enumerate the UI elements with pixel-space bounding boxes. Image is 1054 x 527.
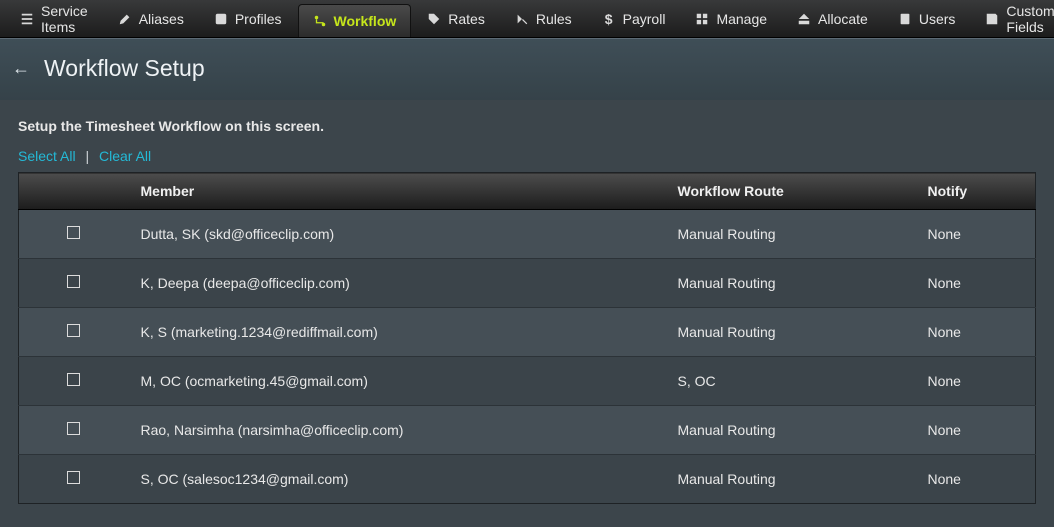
tag-icon <box>427 12 441 26</box>
nav-label: Service Items <box>41 3 88 35</box>
nav-allocate[interactable]: Allocate <box>783 0 882 37</box>
nav-label: Aliases <box>139 11 184 27</box>
selection-links: Select All | Clear All <box>18 148 1036 164</box>
dollar-icon: $ <box>602 12 616 26</box>
table-header-row: Member Workflow Route Notify <box>19 173 1036 210</box>
header-route: Workflow Route <box>666 173 916 210</box>
table-row: S, OC (salesoc1234@gmail.com) Manual Rou… <box>19 455 1036 504</box>
cell-route: Manual Routing <box>666 455 916 504</box>
cell-member: Rao, Narsimha (narsimha@officeclip.com) <box>129 406 666 455</box>
grid-icon <box>695 12 709 26</box>
cell-route: Manual Routing <box>666 259 916 308</box>
pencil-icon <box>118 12 132 26</box>
table-row: M, OC (ocmarketing.45@gmail.com) S, OC N… <box>19 357 1036 406</box>
header-notify: Notify <box>916 173 1036 210</box>
clear-all-link[interactable]: Clear All <box>99 148 151 164</box>
instruction-text: Setup the Timesheet Workflow on this scr… <box>18 118 1036 134</box>
nav-label: Rates <box>448 11 485 27</box>
nav-label: Custom Fields <box>1006 3 1054 35</box>
nav-label: Allocate <box>818 11 868 27</box>
row-checkbox[interactable] <box>67 422 80 435</box>
hammer-icon <box>515 12 529 26</box>
profile-icon <box>214 12 228 26</box>
nav-label: Manage <box>716 11 767 27</box>
workflow-table: Member Workflow Route Notify Dutta, SK (… <box>18 172 1036 504</box>
header-member: Member <box>129 173 666 210</box>
back-arrow-icon[interactable]: ← <box>12 58 30 79</box>
nav-label: Workflow <box>334 13 397 29</box>
nav-label: Profiles <box>235 11 282 27</box>
cell-member: Dutta, SK (skd@officeclip.com) <box>129 210 666 259</box>
nav-label: Payroll <box>623 11 666 27</box>
users-icon <box>898 12 912 26</box>
title-bar: ← Workflow Setup <box>0 38 1054 100</box>
nav-users[interactable]: Users <box>884 0 970 37</box>
save-icon <box>985 12 999 26</box>
nav-profiles[interactable]: Profiles <box>200 0 296 37</box>
table-row: Rao, Narsimha (narsimha@officeclip.com) … <box>19 406 1036 455</box>
cell-notify: None <box>916 210 1036 259</box>
table-row: Dutta, SK (skd@officeclip.com) Manual Ro… <box>19 210 1036 259</box>
cell-notify: None <box>916 455 1036 504</box>
cell-member: K, Deepa (deepa@officeclip.com) <box>129 259 666 308</box>
select-all-link[interactable]: Select All <box>18 148 76 164</box>
row-checkbox[interactable] <box>67 275 80 288</box>
cell-route: Manual Routing <box>666 406 916 455</box>
nav-workflow[interactable]: Workflow <box>298 4 412 37</box>
content-area: Setup the Timesheet Workflow on this scr… <box>0 100 1054 504</box>
cell-member: M, OC (ocmarketing.45@gmail.com) <box>129 357 666 406</box>
nav-rules[interactable]: Rules <box>501 0 586 37</box>
cell-route: S, OC <box>666 357 916 406</box>
row-checkbox[interactable] <box>67 324 80 337</box>
cell-route: Manual Routing <box>666 308 916 357</box>
nav-custom-fields[interactable]: Custom Fields <box>971 0 1054 37</box>
flow-icon <box>313 14 327 28</box>
cell-notify: None <box>916 406 1036 455</box>
nav-label: Users <box>919 11 956 27</box>
row-checkbox[interactable] <box>67 471 80 484</box>
cell-member: S, OC (salesoc1234@gmail.com) <box>129 455 666 504</box>
nav-payroll[interactable]: $ Payroll <box>588 0 680 37</box>
list-icon <box>20 12 34 26</box>
page-title: Workflow Setup <box>44 55 205 82</box>
row-checkbox[interactable] <box>67 373 80 386</box>
header-checkbox <box>19 173 129 210</box>
cell-member: K, S (marketing.1234@rediffmail.com) <box>129 308 666 357</box>
allocate-icon <box>797 12 811 26</box>
table-row: K, S (marketing.1234@rediffmail.com) Man… <box>19 308 1036 357</box>
nav-service-items[interactable]: Service Items <box>6 0 102 37</box>
cell-notify: None <box>916 259 1036 308</box>
cell-route: Manual Routing <box>666 210 916 259</box>
top-nav: Service Items Aliases Profiles Workflow … <box>0 0 1054 38</box>
cell-notify: None <box>916 357 1036 406</box>
nav-rates[interactable]: Rates <box>413 0 499 37</box>
nav-aliases[interactable]: Aliases <box>104 0 198 37</box>
nav-manage[interactable]: Manage <box>681 0 781 37</box>
cell-notify: None <box>916 308 1036 357</box>
row-checkbox[interactable] <box>67 226 80 239</box>
link-separator: | <box>79 148 95 164</box>
table-row: K, Deepa (deepa@officeclip.com) Manual R… <box>19 259 1036 308</box>
nav-label: Rules <box>536 11 572 27</box>
